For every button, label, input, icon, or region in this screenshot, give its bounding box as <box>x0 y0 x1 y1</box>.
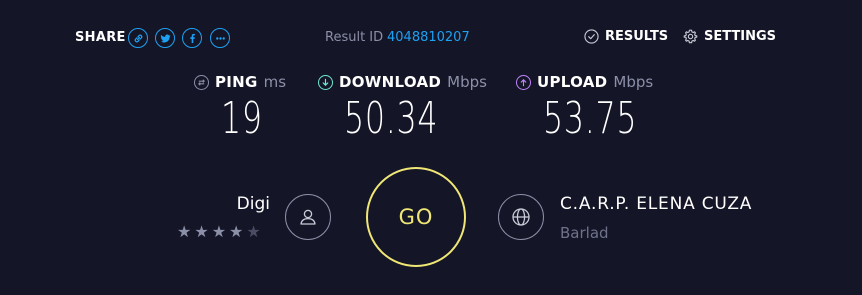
more-icon <box>215 36 225 40</box>
gear-icon <box>683 29 698 44</box>
ping-unit: ms <box>263 73 287 91</box>
isp-name: Digi <box>236 194 270 214</box>
share-link-button[interactable] <box>128 28 148 48</box>
isp-profile-button[interactable] <box>285 194 331 240</box>
star-icon[interactable]: ★ <box>177 224 191 240</box>
upload-unit: Mbps <box>613 73 654 91</box>
link-icon <box>134 34 142 42</box>
upload-label: UPLOAD <box>537 73 608 91</box>
settings-button[interactable]: SETTINGS <box>683 29 776 44</box>
user-icon <box>300 209 316 225</box>
isp-rating[interactable]: ★ ★ ★ ★ ★ <box>177 224 261 240</box>
share-twitter-button[interactable] <box>155 28 175 48</box>
server-name: C.A.R.P. ELENA CUZA <box>560 194 753 214</box>
star-icon[interactable]: ★ <box>229 224 243 240</box>
settings-label: SETTINGS <box>704 29 777 44</box>
facebook-icon <box>189 33 195 43</box>
results-label: RESULTS <box>605 29 669 44</box>
upload-header: UPLOAD Mbps <box>516 73 653 91</box>
star-icon[interactable]: ★ <box>212 224 226 240</box>
download-value: 50.34 <box>344 93 439 144</box>
change-server-button[interactable] <box>498 194 544 240</box>
upload-arrow-icon <box>516 74 531 90</box>
star-icon[interactable]: ★ <box>246 224 260 240</box>
ping-label: PING <box>215 73 258 91</box>
twitter-icon <box>160 34 171 43</box>
results-button[interactable]: RESULTS <box>584 29 668 44</box>
server-location: Barlad <box>560 224 609 242</box>
share-facebook-button[interactable] <box>182 28 202 48</box>
share-label: SHARE <box>75 30 126 45</box>
go-button[interactable]: GO <box>366 167 466 267</box>
download-label: DOWNLOAD <box>339 73 442 91</box>
download-header: DOWNLOAD Mbps <box>318 73 487 91</box>
ping-header: PING ms <box>194 73 286 91</box>
download-unit: Mbps <box>447 73 487 91</box>
star-icon[interactable]: ★ <box>194 224 208 240</box>
ping-value: 19 <box>221 93 263 144</box>
upload-value: 53.75 <box>543 93 638 144</box>
globe-icon <box>512 208 530 226</box>
ping-icon <box>194 74 209 90</box>
result-id-label: Result ID <box>325 30 384 45</box>
share-more-button[interactable] <box>210 28 230 48</box>
download-arrow-icon <box>318 74 333 90</box>
result-id-link[interactable]: 4048810207 <box>387 30 470 45</box>
check-circle-icon <box>584 29 599 44</box>
